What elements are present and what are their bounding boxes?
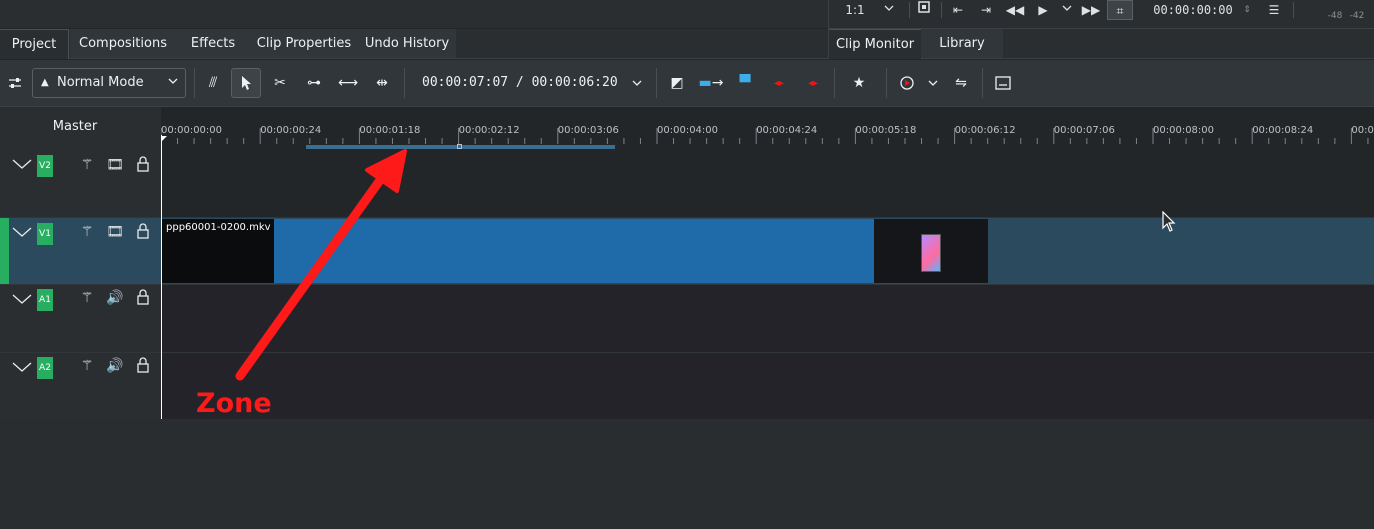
mouse-cursor-icon <box>1162 211 1176 232</box>
annotation-arrow <box>235 149 407 381</box>
annotation-label: Zone <box>196 388 272 419</box>
